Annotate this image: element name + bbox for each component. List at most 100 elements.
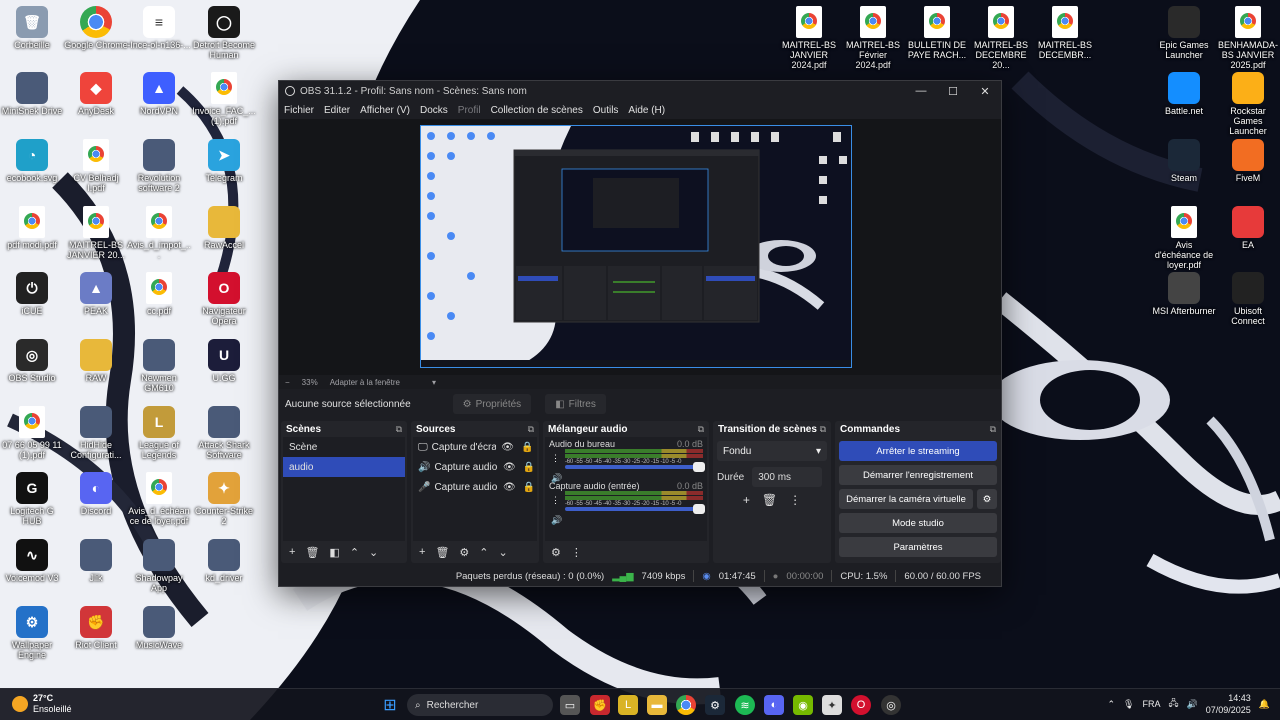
language-indicator[interactable]: FRA bbox=[1142, 699, 1160, 709]
obs-titlebar[interactable]: OBS 31.1.2 - Profil: Sans nom - Scènes: … bbox=[279, 81, 1001, 101]
desktop-icon[interactable]: MAITREL-BS Février 2024.pdf bbox=[841, 6, 905, 70]
opera-icon[interactable]: O bbox=[851, 695, 871, 715]
desktop-icon[interactable]: O Navigateur Opera bbox=[192, 272, 256, 326]
eye-icon[interactable]: 👁 bbox=[501, 482, 517, 493]
trash-icon[interactable]: 🗑 bbox=[435, 546, 449, 559]
nvidia-icon[interactable]: ◉ bbox=[793, 695, 813, 715]
desktop-icon[interactable]: Avis_d_impot_... bbox=[127, 206, 191, 260]
trash-icon[interactable]: 🗑 bbox=[305, 546, 319, 559]
weather-widget[interactable]: 27°C Ensoleillé bbox=[12, 693, 72, 715]
desktop-icon[interactable]: Avis_d_échéance de loyer.pdf bbox=[127, 472, 191, 526]
stream-preview[interactable] bbox=[420, 125, 852, 368]
zoom-dropdown-icon[interactable]: ▾ bbox=[432, 378, 436, 387]
desktop-icon[interactable]: MSI Afterburner bbox=[1152, 272, 1216, 316]
desktop-icon[interactable]: RawAccel bbox=[192, 206, 256, 250]
desktop-icon[interactable]: MAITREL-BS JANVIER 20... bbox=[64, 206, 128, 260]
desktop-icon[interactable]: ▲ PEAK bbox=[64, 272, 128, 316]
notification-icon[interactable]: 🔔 bbox=[1259, 699, 1270, 710]
discord-icon[interactable]: ◐ bbox=[764, 695, 784, 715]
source-item[interactable]: 🔊Capture audio (so👁 🔒 bbox=[413, 457, 537, 477]
desktop-icon[interactable]: ✦ Counter-Strike 2 bbox=[192, 472, 256, 526]
folder-icon[interactable]: ▬ bbox=[647, 695, 667, 715]
desktop-icon[interactable]: Epic Games Launcher bbox=[1152, 6, 1216, 60]
desktop-icon[interactable]: HidHide Configurati... bbox=[64, 406, 128, 460]
menu-afficher[interactable]: Afficher (V) bbox=[360, 105, 410, 116]
obs-window[interactable]: OBS 31.1.2 - Profil: Sans nom - Scènes: … bbox=[278, 80, 1002, 587]
chevron-up-icon[interactable]: ⌃ bbox=[1107, 699, 1115, 710]
search-box[interactable]: ⌕ Rechercher bbox=[407, 694, 553, 716]
desktop-icon[interactable]: EA bbox=[1216, 206, 1280, 250]
desktop-icon[interactable]: Revolution software 2 bbox=[127, 139, 191, 193]
desktop-icon[interactable]: BENHAMADA-BS JANVIER 2025.pdf bbox=[1216, 6, 1280, 70]
menu-editer[interactable]: Editer bbox=[324, 105, 350, 116]
desktop-icon[interactable]: kd_driver bbox=[192, 539, 256, 583]
filter-icon[interactable]: ◧ bbox=[329, 546, 339, 559]
desktop-icon[interactable]: ➤ Telegram bbox=[192, 139, 256, 183]
minimize-icon[interactable]: — bbox=[905, 85, 937, 98]
menu-docks[interactable]: Docks bbox=[420, 105, 448, 116]
cs2-icon[interactable]: ✦ bbox=[822, 695, 842, 715]
desktop-icon[interactable]: Google Chrome bbox=[64, 6, 128, 50]
kebab-icon[interactable]: ⋮ bbox=[551, 495, 560, 506]
microphone-icon[interactable]: 🎙 bbox=[1123, 699, 1134, 710]
desktop-icon[interactable]: Ubisoft Connect bbox=[1216, 272, 1280, 326]
desktop-icon[interactable]: Newmen GM610 bbox=[127, 339, 191, 393]
desktop-icon[interactable]: cc.pdf bbox=[127, 272, 191, 316]
steam-icon[interactable]: ⚙ bbox=[705, 695, 725, 715]
move-down-icon[interactable]: ⌄ bbox=[369, 546, 378, 559]
desktop-icon[interactable]: U U.GG bbox=[192, 339, 256, 383]
gear-icon[interactable]: ⚙ bbox=[459, 546, 469, 559]
desktop-icon[interactable]: ▲ NordVPN bbox=[127, 72, 191, 116]
kebab-icon[interactable]: ⋮ bbox=[551, 453, 560, 464]
move-up-icon[interactable]: ⌃ bbox=[479, 546, 488, 559]
menu-collection[interactable]: Collection de scènes bbox=[491, 105, 583, 116]
desktop-icon[interactable]: MiniSnek Drive bbox=[0, 72, 64, 116]
eye-icon[interactable]: 👁 bbox=[501, 462, 517, 473]
desktop-icon[interactable]: CV Belhadj I.pdf bbox=[64, 139, 128, 193]
add-icon[interactable]: + bbox=[419, 546, 425, 558]
desktop-icon[interactable]: 🗑 Corbeille bbox=[0, 6, 64, 50]
desktop-icon[interactable]: Invoice_FAC_... (1).pdf bbox=[192, 72, 256, 126]
desktop-icon[interactable]: FiveM bbox=[1216, 139, 1280, 183]
eye-icon[interactable]: 👁 bbox=[500, 442, 516, 453]
desktop-icon[interactable]: G Logitech G HUB bbox=[0, 472, 64, 526]
start-recording-button[interactable]: Démarrer l'enregistrement bbox=[839, 465, 997, 485]
gear-icon[interactable]: ⚙ bbox=[977, 489, 997, 509]
menu-profil[interactable]: Profil bbox=[458, 105, 481, 116]
source-item[interactable]: 🎤Capture audio (e👁 🔒 bbox=[413, 477, 537, 497]
desktop-icon[interactable]: ◆ AnyDesk bbox=[64, 72, 128, 116]
popout-icon[interactable]: ⧉ bbox=[528, 424, 534, 435]
volume-slider[interactable] bbox=[565, 504, 705, 514]
properties-button[interactable]: ⚙ Propriétés bbox=[452, 394, 532, 414]
task-view-icon[interactable]: ▭ bbox=[560, 695, 580, 715]
virtual-camera-button[interactable]: Démarrer la caméra virtuelle bbox=[839, 489, 973, 509]
lol-icon[interactable]: L bbox=[618, 695, 638, 715]
zoom-out-button[interactable]: − bbox=[285, 378, 290, 387]
popout-icon[interactable]: ⧉ bbox=[396, 424, 402, 435]
move-down-icon[interactable]: ⌄ bbox=[499, 546, 508, 559]
studio-mode-button[interactable]: Mode studio bbox=[839, 513, 997, 533]
desktop-icon[interactable]: 07 66 05 99 11 (1).pdf bbox=[0, 406, 64, 460]
stop-streaming-button[interactable]: Arrêter le streaming bbox=[839, 441, 997, 461]
desktop-icon[interactable]: Steam bbox=[1152, 139, 1216, 183]
desktop-icon[interactable]: ⏻ iCUE bbox=[0, 272, 64, 316]
desktop-icon[interactable]: Avis d'échéance de loyer.pdf bbox=[1152, 206, 1216, 270]
add-icon[interactable]: + bbox=[289, 546, 295, 558]
desktop-icon[interactable]: MAITREL-BS DECEMBRE 20... bbox=[969, 6, 1033, 70]
desktop-icon[interactable]: ◔ ecobook.svg bbox=[0, 139, 64, 183]
duration-input[interactable]: 300 ms bbox=[752, 467, 823, 487]
desktop-icon[interactable]: Rockstar Games Launcher bbox=[1216, 72, 1280, 136]
spotify-icon[interactable]: ≋ bbox=[735, 695, 755, 715]
desktop-icon[interactable]: L League of Legends bbox=[127, 406, 191, 460]
kebab-icon[interactable]: ⋮ bbox=[789, 493, 801, 507]
lock-icon[interactable]: 🔒 bbox=[520, 442, 536, 453]
add-icon[interactable]: + bbox=[743, 493, 750, 507]
filters-button[interactable]: ◧ Filtres bbox=[545, 394, 606, 414]
desktop-icon[interactable]: ≡ -Ince-ol-n136-... bbox=[127, 6, 191, 50]
chrome-icon[interactable] bbox=[676, 695, 696, 715]
advanced-audio-icon[interactable]: ⚙ bbox=[551, 546, 561, 559]
desktop-icon[interactable]: Battle.net bbox=[1152, 72, 1216, 116]
lock-icon[interactable]: 🔒 bbox=[521, 482, 537, 493]
riot-icon[interactable]: ✊ bbox=[590, 695, 610, 715]
settings-button[interactable]: Paramètres bbox=[839, 537, 997, 557]
